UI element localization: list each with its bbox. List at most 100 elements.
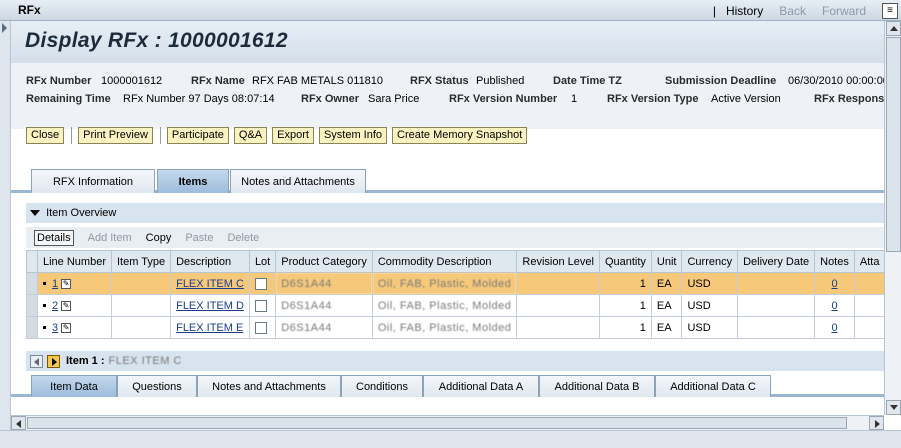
tab-notes-attachments[interactable]: Notes and Attachments xyxy=(230,169,366,193)
tab-items[interactable]: Items xyxy=(157,169,229,193)
description-link[interactable]: FLEX ITEM E xyxy=(176,322,243,334)
lot-checkbox[interactable] xyxy=(254,277,267,290)
col-item-type[interactable]: Item Type xyxy=(110,250,172,273)
left-collapse-strip[interactable] xyxy=(0,21,11,448)
product-category-cell: D6S1A44 xyxy=(275,272,373,295)
tab-additional-data-a[interactable]: Additional Data A xyxy=(423,375,539,397)
notes-link[interactable]: 0 xyxy=(831,300,837,312)
line-number-link[interactable]: 1 xyxy=(52,278,58,290)
edit-icon[interactable]: ✎ xyxy=(61,322,72,333)
row-selector[interactable] xyxy=(26,316,38,339)
col-commodity-description[interactable]: Commodity Description xyxy=(371,250,518,273)
row-selector[interactable] xyxy=(26,294,38,317)
menu-icon[interactable]: ≡ xyxy=(882,2,898,19)
product-category-cell: D6S1A44 xyxy=(275,294,373,317)
next-item-button[interactable] xyxy=(47,354,60,368)
col-notes[interactable]: Notes xyxy=(814,250,855,273)
export-button[interactable]: Export xyxy=(272,126,314,144)
quantity-cell: 1 xyxy=(598,316,652,339)
table-row[interactable]: 2 ✎ FLEX ITEM D D6S1A44 Oil, FAB, Plastic… xyxy=(26,294,884,317)
action-toolbar: Close Print Preview Participate Q&A Expo… xyxy=(26,126,532,144)
create-memory-snapshot-button[interactable]: Create Memory Snapshot xyxy=(392,126,528,144)
page-title: Display RFx : 1000001612 xyxy=(25,29,288,52)
history-button[interactable]: History xyxy=(726,4,763,18)
row-selector[interactable] xyxy=(26,272,38,295)
qa-button[interactable]: Q&A xyxy=(233,126,268,144)
col-product-category[interactable]: Product Category xyxy=(275,250,373,273)
edit-icon[interactable]: ✎ xyxy=(61,300,72,311)
toolbar-separator xyxy=(159,126,161,144)
description-cell: FLEX ITEM C xyxy=(170,272,250,295)
details-button[interactable]: Details xyxy=(34,229,74,246)
horizontal-scroll-thumb[interactable] xyxy=(27,417,847,429)
scroll-down-button[interactable] xyxy=(886,400,901,415)
notes-cell: 0 xyxy=(814,294,855,317)
arrow-up-icon xyxy=(890,26,898,31)
tab-item-notes-attachments[interactable]: Notes and Attachments xyxy=(197,375,341,397)
description-link[interactable]: FLEX ITEM C xyxy=(176,278,244,290)
horizontal-scrollbar[interactable] xyxy=(11,415,884,430)
paste-button[interactable]: Paste xyxy=(185,232,213,244)
close-button[interactable]: Close xyxy=(26,126,65,144)
expand-arrow-icon[interactable] xyxy=(2,23,7,33)
system-info-button[interactable]: System Info xyxy=(318,126,388,144)
description-link[interactable]: FLEX ITEM D xyxy=(176,300,244,312)
lot-checkbox[interactable] xyxy=(254,299,267,312)
toolbar-separator xyxy=(71,126,73,144)
rfx-owner-label: RFx Owner xyxy=(301,93,360,105)
rfx-status-value: Published xyxy=(476,75,525,87)
line-number-link[interactable]: 2 xyxy=(52,300,58,312)
col-unit[interactable]: Unit xyxy=(650,250,683,273)
tab-questions[interactable]: Questions xyxy=(117,375,197,397)
previous-item-button[interactable] xyxy=(30,354,43,368)
back-button[interactable]: Back xyxy=(779,4,806,18)
table-row[interactable]: 1 ✎ FLEX ITEM C D6S1A44 Oil, FAB, Plastic… xyxy=(26,272,884,295)
tab-rfx-information[interactable]: RFX Information xyxy=(31,169,155,193)
vertical-scrollbar[interactable] xyxy=(884,21,901,415)
copy-button[interactable]: Copy xyxy=(146,232,172,244)
add-item-button[interactable]: Add Item xyxy=(88,232,132,244)
participate-button[interactable]: Participate xyxy=(166,126,229,144)
date-time-tz-label: Date Time TZ xyxy=(553,75,622,87)
notes-link[interactable]: 0 xyxy=(831,322,837,334)
arrow-right-icon xyxy=(875,420,880,428)
notes-link[interactable]: 0 xyxy=(831,278,837,290)
tab-additional-data-c[interactable]: Additional Data C xyxy=(655,375,771,397)
rfx-status-label: RFX Status xyxy=(410,75,469,87)
col-delivery-date[interactable]: Delivery Date xyxy=(737,250,816,273)
attachments-cell xyxy=(853,294,884,317)
col-attachments[interactable]: Atta xyxy=(853,250,884,273)
edit-icon[interactable]: ✎ xyxy=(61,278,72,289)
table-header-row: Line Number Item Type Description Lot Pr… xyxy=(26,250,884,273)
col-description[interactable]: Description xyxy=(170,250,250,273)
scroll-left-button[interactable] xyxy=(11,416,26,430)
table-row[interactable]: 3 ✎ FLEX ITEM E D6S1A44 Oil, FAB, Plastic… xyxy=(26,316,884,339)
col-lot[interactable]: Lot xyxy=(248,250,277,273)
collapse-triangle-icon[interactable] xyxy=(30,210,40,216)
remaining-time-value: RFx Number 97 Days 08:07:14 xyxy=(123,93,275,105)
col-quantity[interactable]: Quantity xyxy=(598,250,652,273)
col-line-number[interactable]: Line Number xyxy=(37,250,112,273)
arrow-left-icon xyxy=(16,420,21,428)
print-preview-button[interactable]: Print Preview xyxy=(78,126,153,144)
line-number-link[interactable]: 3 xyxy=(52,322,58,334)
delete-button[interactable]: Delete xyxy=(227,232,259,244)
revision-level-cell xyxy=(516,272,600,295)
row-selector-header[interactable] xyxy=(26,250,38,273)
tab-additional-data-b[interactable]: Additional Data B xyxy=(539,375,655,397)
col-currency[interactable]: Currency xyxy=(681,250,739,273)
item-overview-header[interactable]: Item Overview xyxy=(26,203,884,223)
rfx-version-type-label: RFx Version Type xyxy=(607,93,699,105)
tab-conditions[interactable]: Conditions xyxy=(341,375,423,397)
delivery-date-cell xyxy=(737,294,816,317)
main-tabstrip: RFX Information Items Notes and Attachme… xyxy=(11,166,884,193)
forward-button[interactable]: Forward xyxy=(822,4,866,18)
vertical-scroll-thumb[interactable] xyxy=(886,37,901,252)
scroll-right-button[interactable] xyxy=(869,416,884,430)
item-type-cell xyxy=(110,294,172,317)
col-revision-level[interactable]: Revision Level xyxy=(516,250,600,273)
scroll-up-button[interactable] xyxy=(886,21,901,36)
lot-checkbox[interactable] xyxy=(254,321,267,334)
item-detail-navbar: Item 1 : FLEX ITEM C xyxy=(26,351,884,371)
tab-item-data[interactable]: Item Data xyxy=(31,375,117,397)
